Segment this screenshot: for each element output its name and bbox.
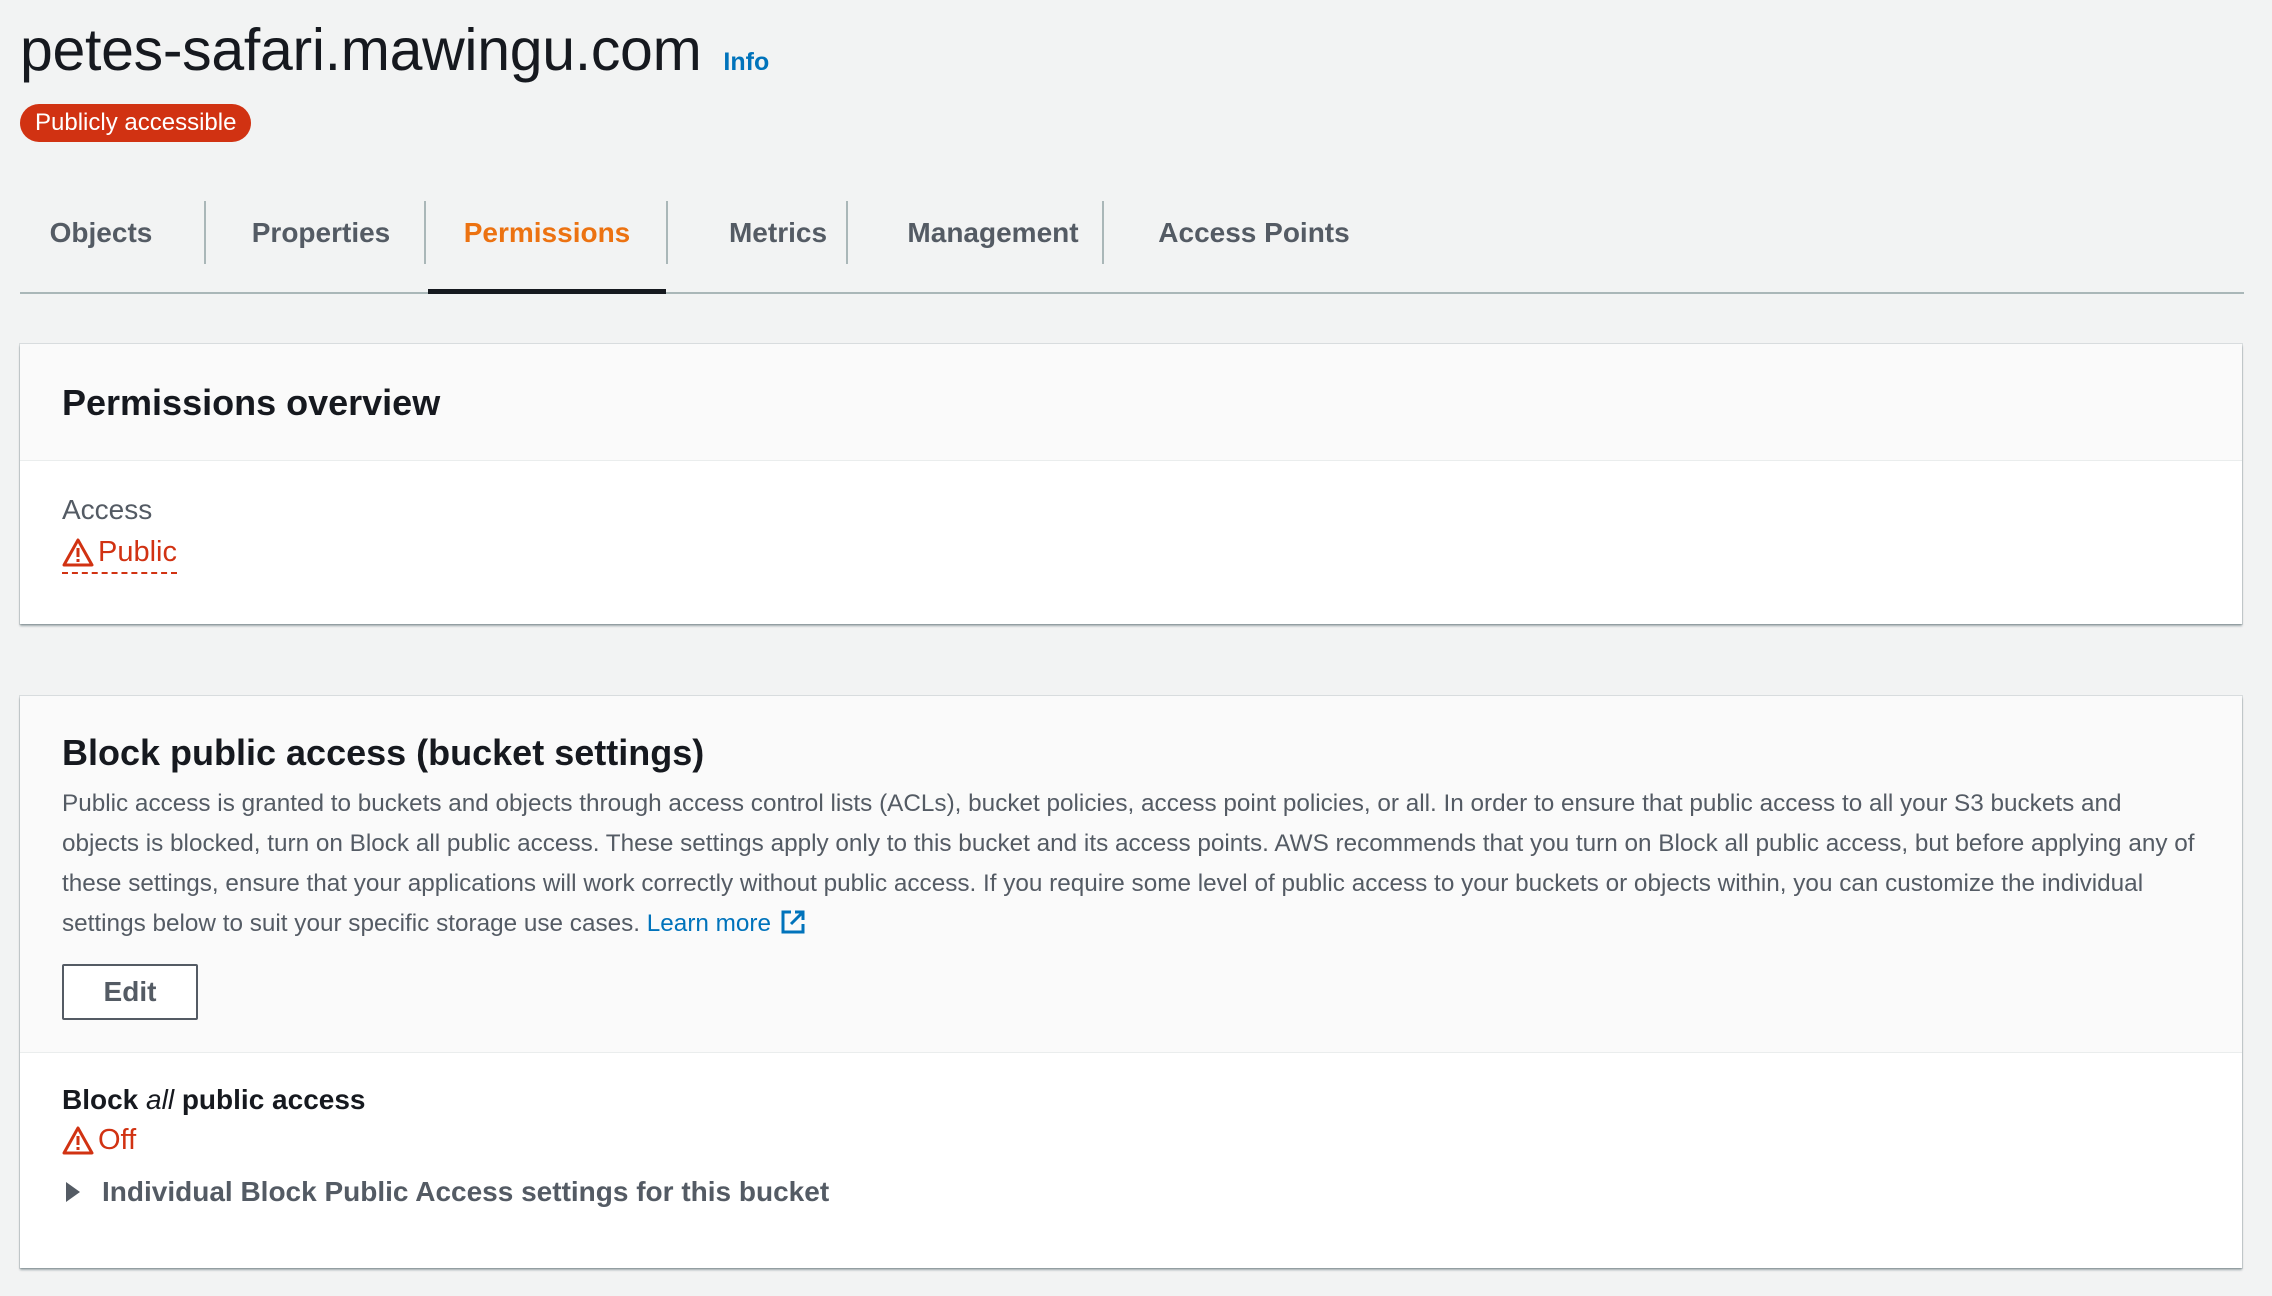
edit-button[interactable]: Edit — [62, 964, 198, 1020]
caret-right-icon — [66, 1182, 80, 1202]
section-title: Block public access (bucket settings) — [62, 732, 705, 773]
info-link[interactable]: Info — [723, 48, 769, 77]
section-description: Public access is granted to buckets and … — [62, 784, 2202, 944]
tab-metrics[interactable]: Metrics — [700, 198, 856, 292]
section-title: Permissions overview — [62, 382, 441, 423]
description-text: Public access is granted to buckets and … — [62, 790, 2195, 937]
expander-label: Individual Block Public Access settings … — [102, 1176, 830, 1207]
tab-divider — [846, 201, 848, 264]
access-label: Access — [62, 494, 153, 525]
page-title: petes-safari.mawingu.com — [20, 17, 702, 83]
panel-header: Permissions overview — [20, 344, 2242, 461]
block-all-public-access-value: Off — [62, 1124, 136, 1157]
external-link-icon — [781, 910, 805, 934]
label-prefix: Block — [62, 1084, 147, 1115]
tab-bar: Objects Properties Permissions Metrics M… — [20, 198, 2244, 294]
label-suffix: public access — [174, 1084, 366, 1115]
tab-access-points[interactable]: Access Points — [1134, 198, 1374, 292]
tab-properties[interactable]: Properties — [242, 198, 400, 292]
status-badge: Publicly accessible — [20, 104, 252, 142]
learn-more-label: Learn more — [646, 910, 772, 937]
tab-divider — [1102, 201, 1104, 264]
block-all-public-access-label: Block all public access — [62, 1084, 365, 1116]
permissions-overview-panel: Permissions overview Access Public — [20, 344, 2242, 624]
learn-more-link[interactable]: Learn more — [647, 910, 807, 937]
access-value-text: Public — [98, 536, 177, 568]
panel-header: Block public access (bucket settings) Pu… — [20, 696, 2242, 1053]
tab-permissions[interactable]: Permissions — [428, 198, 666, 294]
block-public-access-panel: Block public access (bucket settings) Pu… — [20, 696, 2242, 1268]
label-emphasis: all — [146, 1084, 175, 1115]
tab-objects[interactable]: Objects — [42, 198, 160, 292]
page-header: petes-safari.mawingu.com Info — [20, 16, 769, 96]
tab-divider — [424, 201, 426, 264]
tab-divider — [204, 201, 206, 264]
warning-icon — [62, 538, 94, 566]
warning-icon — [62, 1126, 94, 1154]
tab-divider — [666, 201, 668, 264]
individual-settings-expander[interactable]: Individual Block Public Access settings … — [62, 1176, 829, 1208]
access-value[interactable]: Public — [62, 536, 177, 574]
tab-management[interactable]: Management — [880, 198, 1106, 292]
status-text: Off — [98, 1124, 137, 1156]
